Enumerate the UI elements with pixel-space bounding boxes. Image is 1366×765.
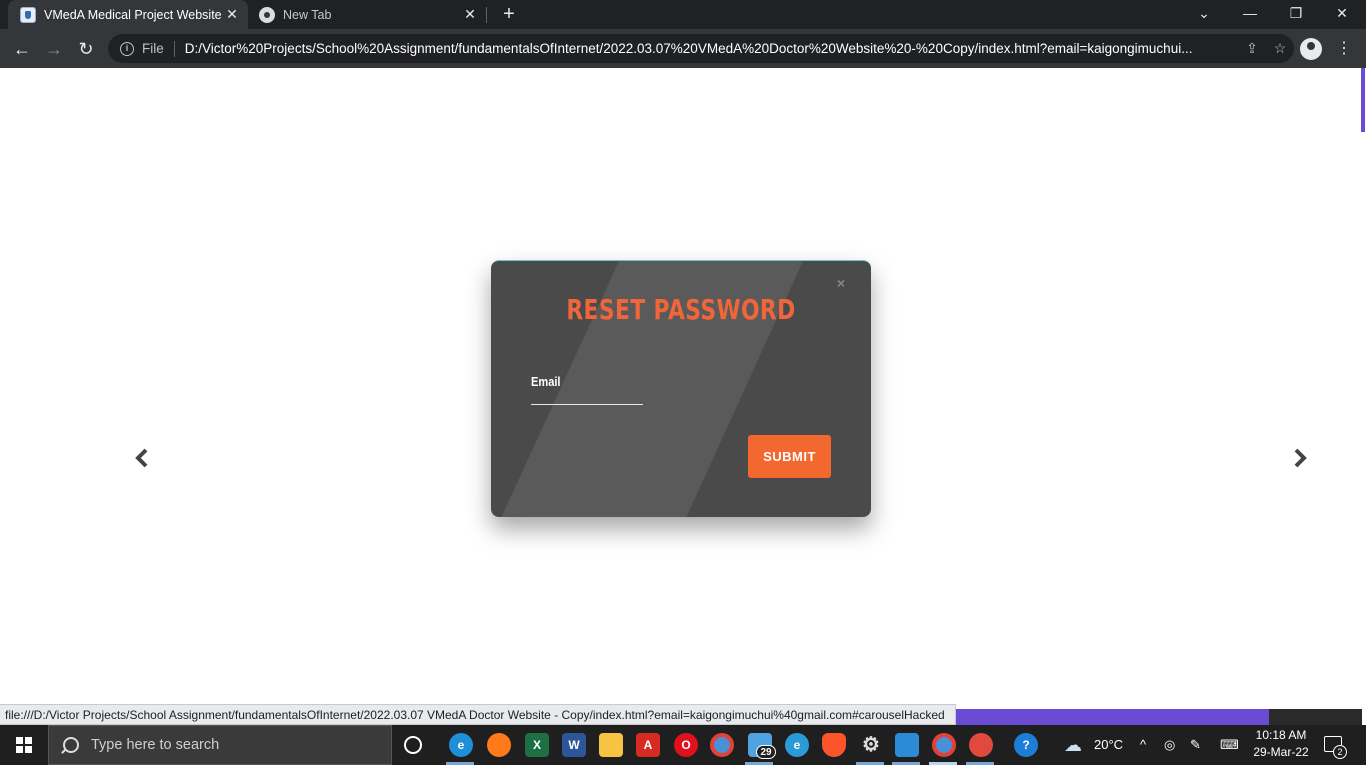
start-button[interactable] bbox=[0, 725, 48, 765]
profile-avatar-icon[interactable] bbox=[1300, 38, 1322, 60]
reset-password-modal: × RESET PASSWORD Email SUBMIT bbox=[491, 260, 871, 517]
windows-logo-icon bbox=[16, 737, 32, 753]
help-icon[interactable]: ? bbox=[1014, 733, 1038, 757]
browser-toolbar: ← → ↻ i File D:/Victor%20Projects/School… bbox=[0, 29, 1366, 68]
tab-separator bbox=[486, 7, 487, 23]
new-tab-button[interactable]: + bbox=[499, 3, 519, 26]
page-footer-strip bbox=[956, 709, 1269, 725]
meet-now-icon[interactable]: ◎ bbox=[1164, 725, 1175, 765]
cortana-icon[interactable] bbox=[404, 736, 422, 754]
pen-icon[interactable]: ✎ bbox=[1190, 725, 1201, 765]
search-placeholder: Type here to search bbox=[91, 737, 220, 753]
close-tab-icon[interactable]: ✕ bbox=[460, 6, 480, 23]
page-viewport: × RESET PASSWORD Email SUBMIT bbox=[0, 68, 1366, 708]
file-explorer-icon[interactable] bbox=[599, 733, 623, 757]
snipping-tool-icon[interactable] bbox=[969, 733, 993, 757]
forward-button[interactable]: → bbox=[42, 37, 66, 61]
share-icon[interactable]: ⇪ bbox=[1238, 40, 1266, 57]
modal-title: RESET PASSWORD bbox=[566, 293, 796, 326]
search-icon bbox=[63, 737, 79, 753]
vscode-icon[interactable] bbox=[895, 733, 919, 757]
link-status-bar: file:///D:/Victor Projects/School Assign… bbox=[0, 704, 956, 725]
carousel-prev-button[interactable] bbox=[132, 448, 152, 474]
menu-button[interactable]: ⋮ bbox=[1336, 37, 1352, 61]
weather-temperature[interactable]: 20°C bbox=[1094, 725, 1123, 765]
chrome-favicon-icon bbox=[259, 6, 275, 23]
edge-icon[interactable]: e bbox=[449, 733, 473, 757]
scrollbar-thumb[interactable] bbox=[1361, 68, 1365, 132]
tab-search-button[interactable]: ⌄ bbox=[1184, 2, 1224, 26]
back-button[interactable]: ← bbox=[10, 37, 34, 61]
tab-new-tab[interactable]: New Tab ✕ bbox=[250, 0, 486, 29]
word-icon[interactable]: W bbox=[562, 733, 586, 757]
close-window-button[interactable]: ✕ bbox=[1322, 2, 1362, 26]
browser-title-bar: VMedA Medical Project Website ✕ New Tab … bbox=[0, 0, 1366, 29]
windows-taskbar: Type here to search e X W A O 29 e ⚙ ? ☁… bbox=[0, 725, 1366, 765]
submit-button[interactable]: SUBMIT bbox=[748, 435, 831, 478]
settings-gear-icon[interactable]: ⚙ bbox=[859, 733, 883, 757]
tab-title: New Tab bbox=[283, 7, 332, 22]
restore-button[interactable]: ❐ bbox=[1276, 2, 1316, 26]
email-label: Email bbox=[531, 374, 561, 389]
keyboard-icon[interactable]: ⌨ bbox=[1220, 725, 1239, 765]
weather-cloud-icon[interactable]: ☁ bbox=[1064, 725, 1082, 765]
taskbar-clock[interactable]: 10:18 AM 29-Mar-22 bbox=[1248, 727, 1314, 761]
site-favicon-icon bbox=[20, 6, 36, 23]
url-text[interactable]: D:/Victor%20Projects/School%20Assignment… bbox=[185, 41, 1238, 56]
tray-chevron-up-icon[interactable]: ^ bbox=[1140, 725, 1146, 765]
clock-date: 29-Mar-22 bbox=[1253, 745, 1309, 759]
address-bar[interactable]: i File D:/Victor%20Projects/School%20Ass… bbox=[108, 34, 1294, 63]
carousel-next-button[interactable] bbox=[1290, 448, 1310, 474]
opera-icon[interactable]: O bbox=[674, 733, 698, 757]
chrome-icon[interactable] bbox=[710, 733, 734, 757]
acrobat-icon[interactable]: A bbox=[636, 733, 660, 757]
chevron-left-icon bbox=[135, 448, 148, 468]
scheme-label: File bbox=[142, 41, 164, 56]
close-tab-icon[interactable]: ✕ bbox=[222, 6, 242, 23]
info-icon[interactable]: i bbox=[120, 41, 134, 56]
reload-button[interactable]: ↻ bbox=[74, 37, 98, 61]
tab-title: VMedA Medical Project Website bbox=[44, 7, 222, 22]
notification-count-badge: 2 bbox=[1333, 745, 1347, 759]
minimize-button[interactable]: — bbox=[1230, 2, 1270, 26]
omnibox-divider bbox=[173, 40, 175, 57]
clock-time: 10:18 AM bbox=[1255, 728, 1307, 742]
excel-icon[interactable]: X bbox=[525, 733, 549, 757]
internet-explorer-icon[interactable]: e bbox=[785, 733, 809, 757]
page-footer-dark-strip bbox=[1269, 709, 1362, 725]
email-field[interactable] bbox=[531, 389, 643, 405]
chevron-right-icon bbox=[1294, 448, 1307, 468]
files-badge: 29 bbox=[756, 745, 776, 759]
chrome-active-icon[interactable] bbox=[932, 733, 956, 757]
firefox-icon[interactable] bbox=[487, 733, 511, 757]
bookmark-star-icon[interactable]: ☆ bbox=[1266, 40, 1294, 57]
close-icon[interactable]: × bbox=[832, 275, 850, 291]
tab-vmeda[interactable]: VMedA Medical Project Website ✕ bbox=[8, 0, 248, 29]
taskbar-search-box[interactable]: Type here to search bbox=[48, 725, 392, 765]
brave-icon[interactable] bbox=[822, 733, 846, 757]
